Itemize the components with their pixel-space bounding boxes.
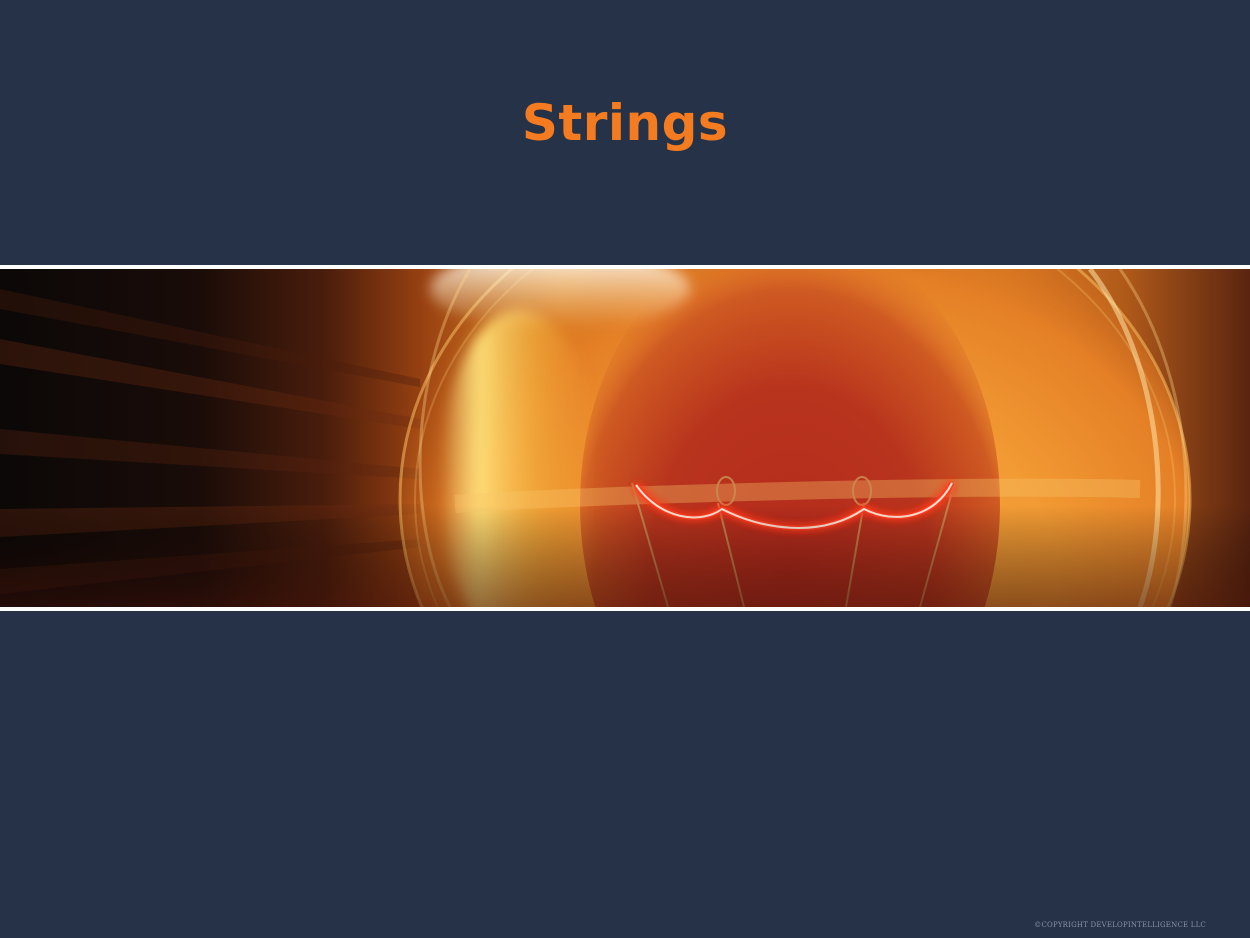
slide-title: Strings bbox=[521, 94, 729, 152]
banner-bottom-border bbox=[0, 607, 1250, 611]
slide: Strings ©COPYRIGHT DEVELOPINTELLIGENCE L… bbox=[0, 0, 1250, 938]
light-bulb-banner bbox=[0, 269, 1250, 607]
light-bulb-filament-image bbox=[0, 269, 1250, 607]
copyright-footer: ©COPYRIGHT DEVELOPINTELLIGENCE LLC bbox=[1034, 921, 1206, 929]
